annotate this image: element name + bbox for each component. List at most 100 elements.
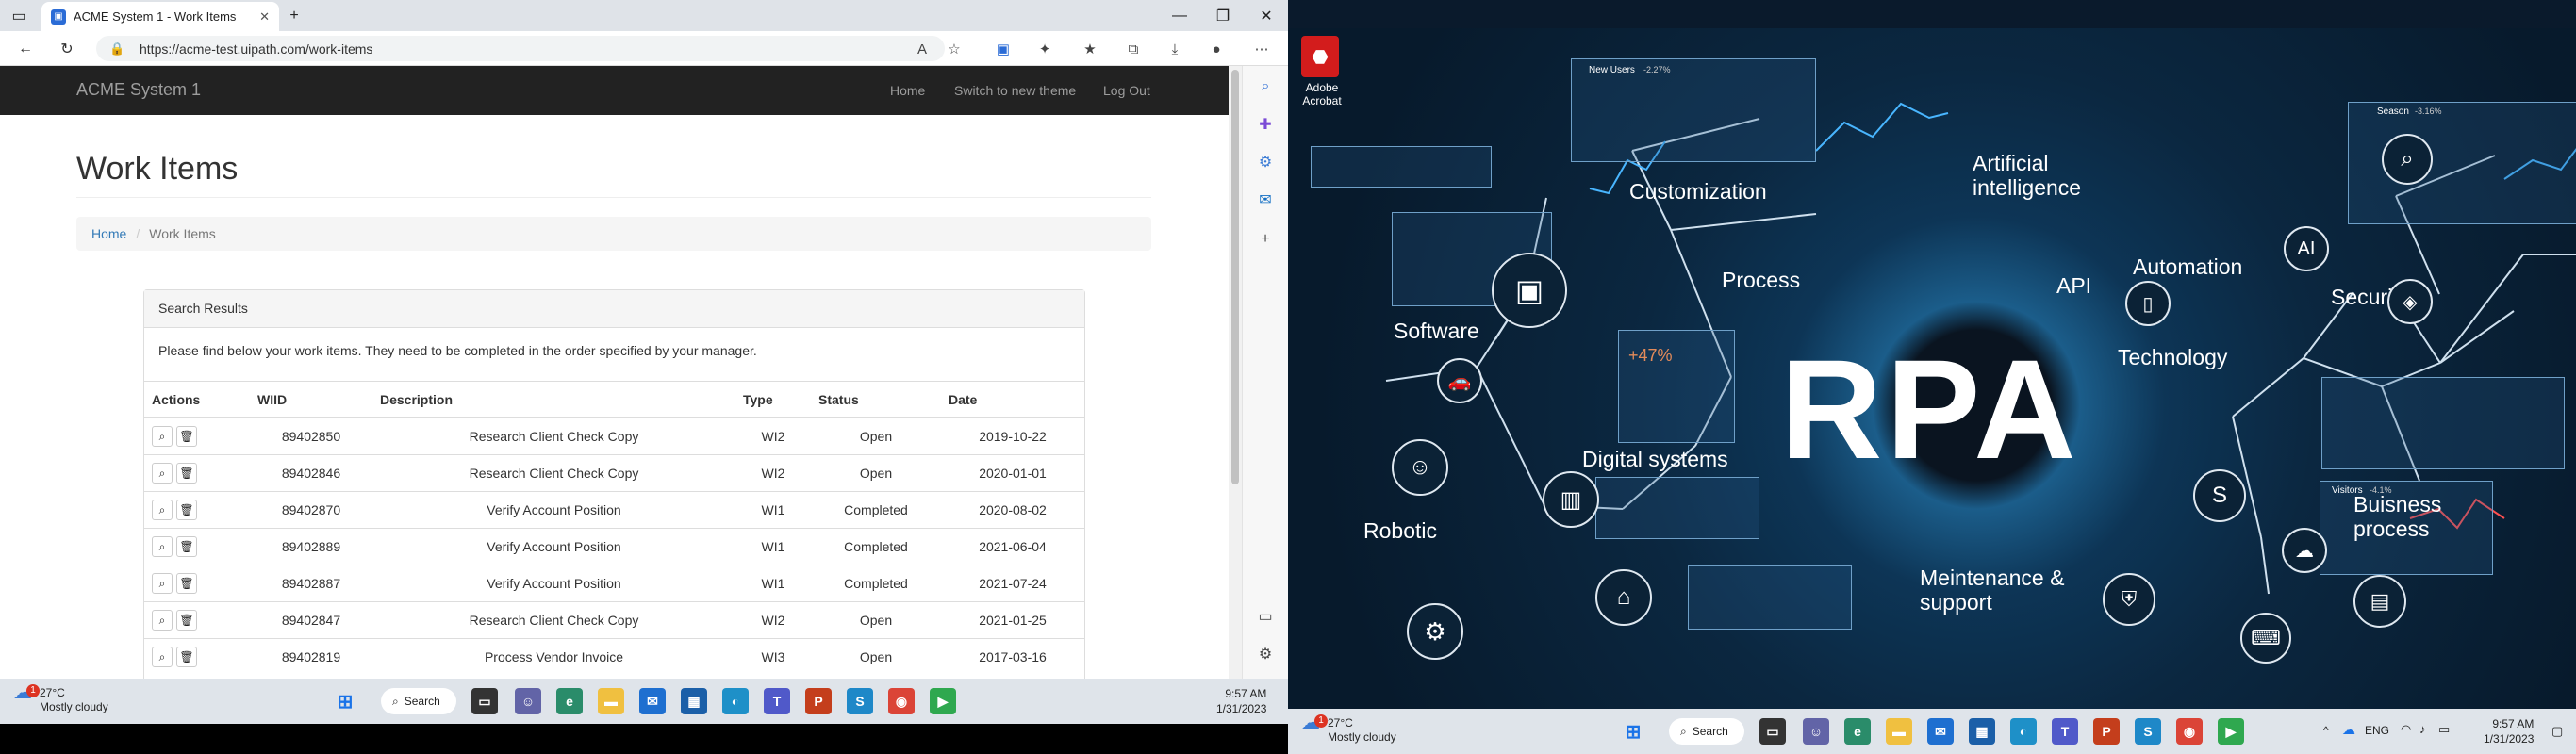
delete-icon[interactable]: 🗑: [176, 425, 197, 447]
taskbar-search[interactable]: ⌕ Search: [1669, 718, 1744, 745]
refresh-icon[interactable]: ↻: [55, 37, 79, 61]
view-icon[interactable]: ⌕: [152, 499, 173, 520]
puzzle-icon[interactable]: ✦: [1033, 38, 1056, 60]
shopping-icon[interactable]: ✚: [1254, 113, 1277, 136]
task-view-icon[interactable]: ▭: [1759, 718, 1786, 745]
collections-icon[interactable]: ⧉: [1122, 38, 1145, 60]
view-icon[interactable]: ⌕: [152, 572, 173, 594]
volume-icon[interactable]: ♪: [2419, 722, 2426, 736]
read-aloud-icon[interactable]: A: [911, 38, 933, 60]
app-icon[interactable]: ◐: [722, 688, 749, 714]
store-icon[interactable]: ▦: [1969, 718, 1995, 745]
start-icon[interactable]: ⊞: [1620, 718, 1646, 745]
chrome-icon[interactable]: ◉: [2176, 718, 2203, 745]
studio-icon[interactable]: S: [2135, 718, 2161, 745]
profile-icon[interactable]: ●: [1205, 38, 1228, 60]
search-icon[interactable]: ⌕: [1254, 75, 1277, 98]
view-icon[interactable]: ⌕: [152, 425, 173, 447]
notifications-icon[interactable]: ▢: [2551, 724, 2563, 739]
split-screen-icon[interactable]: ▭: [1254, 605, 1277, 628]
row-actions: ⌕ 🗑: [144, 417, 250, 454]
powerpoint-icon[interactable]: P: [805, 688, 832, 714]
outlook-icon[interactable]: ✉: [1254, 188, 1277, 211]
view-icon[interactable]: ⌕: [152, 535, 173, 557]
onedrive-icon[interactable]: ☁: [2342, 722, 2355, 738]
wifi-icon[interactable]: ◠: [2401, 722, 2411, 737]
back-icon[interactable]: ←: [13, 37, 38, 61]
powerpoint-icon[interactable]: P: [2093, 718, 2120, 745]
teams-chat-icon[interactable]: ☺: [1803, 718, 1829, 745]
delete-icon[interactable]: 🗑: [176, 572, 197, 594]
add-sidebar-icon[interactable]: +: [1254, 228, 1277, 251]
task-view-icon[interactable]: ▭: [471, 688, 498, 714]
restore-icon[interactable]: ❐: [1201, 0, 1245, 31]
start-icon[interactable]: ⊞: [332, 688, 358, 714]
nav-home[interactable]: Home: [890, 83, 925, 98]
weather-widget[interactable]: ☁ 1 27°C Mostly cloudy: [13, 683, 108, 714]
breadcrumb-separator: /: [136, 226, 140, 241]
label-digital-systems: Digital systems: [1582, 447, 1728, 471]
store-icon[interactable]: ▦: [681, 688, 707, 714]
browser-tab[interactable]: ▣ ACME System 1 - Work Items ✕: [41, 2, 279, 31]
more-options-icon[interactable]: ⋯: [1250, 38, 1273, 60]
taskbar-search[interactable]: ⌕ Search: [381, 688, 456, 714]
favorite-add-icon[interactable]: ☆: [943, 38, 966, 60]
address-bar[interactable]: 🔒 https://acme-test.uipath.com/work-item…: [96, 36, 945, 61]
cell-description: Verify Account Position: [372, 527, 735, 565]
view-icon[interactable]: ⌕: [152, 462, 173, 484]
edge-icon[interactable]: e: [556, 688, 583, 714]
teams-icon[interactable]: T: [764, 688, 790, 714]
assistant-icon[interactable]: ▶: [930, 688, 956, 714]
acrobat-label[interactable]: Adobe Acrobat: [1296, 81, 1348, 107]
tray-chevron-icon[interactable]: ^: [2323, 724, 2329, 737]
page-scrollbar[interactable]: [1229, 66, 1242, 679]
delete-icon[interactable]: 🗑: [176, 499, 197, 520]
battery-icon[interactable]: ▭: [2438, 722, 2450, 737]
scrollbar-thumb[interactable]: [1231, 70, 1239, 484]
col-description: Description: [372, 382, 735, 418]
minimize-icon[interactable]: —: [1158, 0, 1201, 31]
delete-icon[interactable]: 🗑: [176, 646, 197, 667]
tab-actions-icon[interactable]: ▭: [0, 0, 38, 31]
acrobat-icon[interactable]: ⬣: [1301, 36, 1339, 77]
new-tab-icon[interactable]: +: [279, 0, 309, 31]
file-explorer-icon[interactable]: ▬: [598, 688, 624, 714]
system-clock[interactable]: 9:57 AM 1/31/2023: [1216, 686, 1266, 716]
file-explorer-icon[interactable]: ▬: [1886, 718, 1912, 745]
extension-icon[interactable]: ▣: [992, 38, 1015, 60]
breadcrumb: Home / Work Items: [76, 217, 1151, 251]
system-clock-right[interactable]: 9:57 AM 1/31/2023: [2484, 716, 2534, 746]
teams-icon[interactable]: T: [2052, 718, 2078, 745]
site-brand[interactable]: ACME System 1: [76, 80, 201, 100]
title-divider: [76, 197, 1151, 198]
nav-logout[interactable]: Log Out: [1103, 83, 1150, 98]
language-indicator[interactable]: ENG: [2365, 724, 2389, 737]
cloud-node-icon: ☁: [2282, 528, 2327, 573]
delete-icon[interactable]: 🗑: [176, 462, 197, 484]
view-icon[interactable]: ⌕: [152, 609, 173, 631]
delete-icon[interactable]: 🗑: [176, 535, 197, 557]
robot-head-icon: ☺: [1392, 439, 1448, 496]
teams-chat-icon[interactable]: ☺: [515, 688, 541, 714]
view-icon[interactable]: ⌕: [152, 646, 173, 667]
assistant-icon[interactable]: ▶: [2218, 718, 2244, 745]
mail-icon[interactable]: ✉: [1927, 718, 1954, 745]
tools-icon[interactable]: ⚙: [1254, 151, 1277, 173]
close-window-icon[interactable]: ✕: [1245, 0, 1288, 31]
favorites-icon[interactable]: ★: [1079, 38, 1101, 60]
studio-icon[interactable]: S: [847, 688, 873, 714]
cell-description: Research Client Check Copy: [372, 417, 735, 454]
settings-icon[interactable]: ⚙: [1254, 643, 1277, 665]
edge-icon[interactable]: e: [1844, 718, 1871, 745]
downloads-icon[interactable]: ⤓: [1164, 38, 1186, 60]
weather-widget-right[interactable]: ☁ 1 27°C Mostly cloudy: [1301, 713, 1396, 745]
table-row: ⌕ 🗑 89402850 Research Client Check Copy WI2 O…: [144, 417, 1084, 454]
table-body: ⌕ 🗑 89402850 Research Client Check Copy WI2 O…: [144, 417, 1084, 675]
mail-icon[interactable]: ✉: [639, 688, 666, 714]
chrome-icon[interactable]: ◉: [888, 688, 915, 714]
app-icon[interactable]: ◐: [2010, 718, 2037, 745]
nav-switch-theme[interactable]: Switch to new theme: [954, 83, 1076, 98]
breadcrumb-home[interactable]: Home: [91, 226, 126, 241]
close-tab-icon[interactable]: ✕: [259, 9, 270, 25]
delete-icon[interactable]: 🗑: [176, 609, 197, 631]
